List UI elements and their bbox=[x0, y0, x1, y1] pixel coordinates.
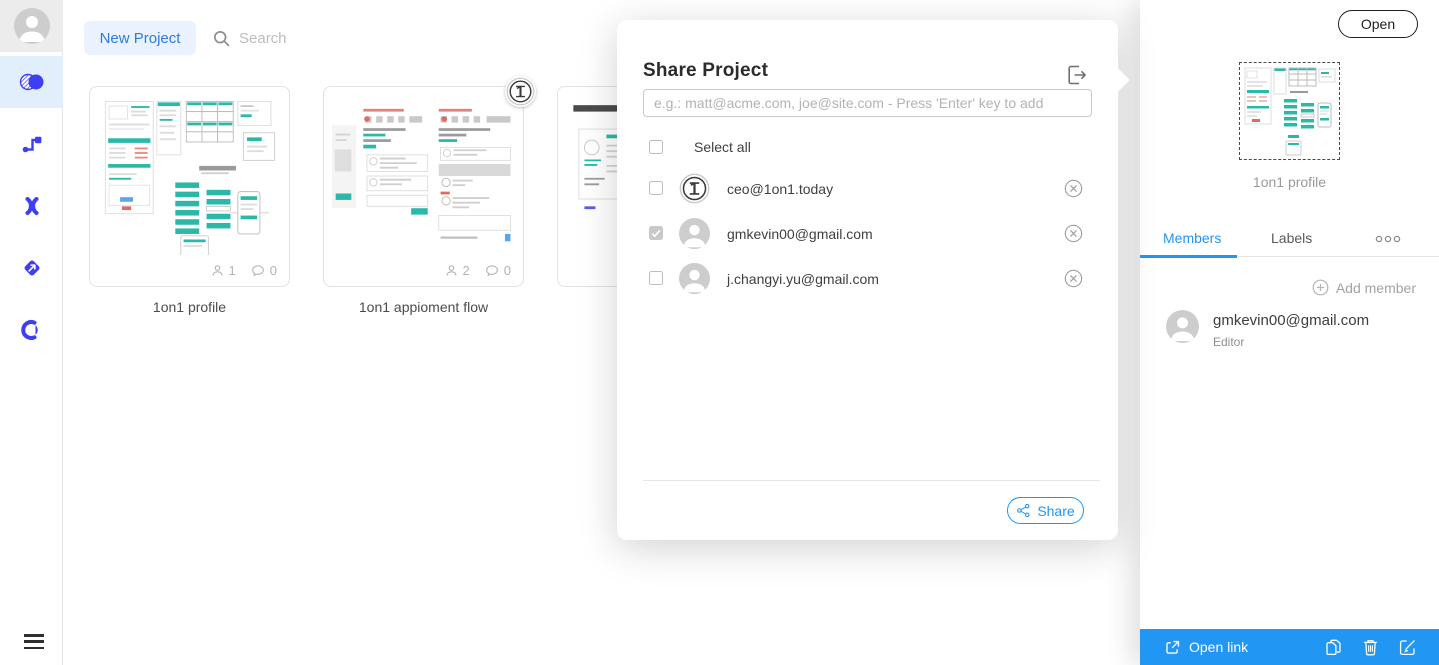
user-checkbox[interactable] bbox=[649, 271, 663, 285]
members-count: 1 bbox=[210, 263, 236, 278]
select-all-label: Select all bbox=[694, 139, 751, 155]
project-thumbnail bbox=[332, 108, 511, 242]
active-tab-indicator bbox=[1140, 255, 1237, 258]
panel-footer: Open link bbox=[1140, 629, 1439, 665]
share-button[interactable]: Share bbox=[1007, 497, 1084, 524]
sidebar-item-charts[interactable] bbox=[0, 304, 63, 356]
avatar-icon bbox=[1166, 310, 1199, 343]
1on1-logo-icon bbox=[679, 173, 710, 204]
user-email: gmkevin00@gmail.com bbox=[727, 226, 873, 242]
flow-nodes-icon bbox=[22, 136, 41, 153]
user-checkbox[interactable] bbox=[649, 181, 663, 195]
avatar-icon bbox=[679, 263, 710, 294]
members-count: 2 bbox=[444, 263, 470, 278]
project-name: 1on1 appioment flow bbox=[358, 299, 489, 315]
new-project-button[interactable]: New Project bbox=[84, 21, 196, 55]
hamburger-menu-icon[interactable] bbox=[24, 634, 44, 649]
add-member-button[interactable]: Add member bbox=[1312, 279, 1416, 296]
share-user-row: j.changyi.yu@gmail.com bbox=[617, 256, 1118, 301]
project-card[interactable]: 1 0 bbox=[89, 86, 290, 287]
person-icon bbox=[212, 265, 222, 276]
open-link-button[interactable]: Open link bbox=[1164, 639, 1248, 656]
1on1-logo-icon bbox=[506, 77, 535, 106]
tabs-overflow-icon[interactable] bbox=[1375, 235, 1401, 243]
comments-count: 0 bbox=[484, 263, 511, 278]
sidebar-item-projects[interactable] bbox=[0, 56, 63, 108]
plus-circle-icon bbox=[1312, 279, 1329, 296]
comment-icon bbox=[251, 265, 264, 277]
mini-thumbnail-icon bbox=[1244, 67, 1336, 156]
divider bbox=[643, 480, 1100, 481]
project-thumbnail bbox=[104, 101, 276, 255]
user-avatar[interactable] bbox=[0, 0, 63, 52]
sidebar-item-share[interactable] bbox=[0, 242, 63, 294]
open-button[interactable]: Open bbox=[1338, 10, 1418, 38]
sidebar-item-flows[interactable] bbox=[0, 118, 63, 170]
remove-user-icon[interactable] bbox=[1064, 224, 1083, 243]
project-name: 1on1 profile bbox=[152, 299, 227, 315]
overlapping-circles-icon bbox=[19, 73, 43, 91]
sidebar-item-transitions[interactable] bbox=[0, 180, 63, 232]
select-all-row[interactable]: Select all bbox=[649, 139, 751, 155]
edit-icon[interactable] bbox=[1398, 638, 1417, 657]
user-email: ceo@1on1.today bbox=[727, 181, 834, 197]
avatar-icon bbox=[14, 8, 50, 44]
owner-badge bbox=[505, 76, 536, 107]
external-link-icon bbox=[1166, 640, 1180, 654]
card-meta: 1 0 bbox=[210, 263, 277, 278]
email-input[interactable] bbox=[643, 89, 1092, 117]
duplicate-icon[interactable] bbox=[1324, 638, 1343, 657]
details-panel: Open 1on1 profile Members Labels Add mem… bbox=[1140, 0, 1439, 665]
remove-user-icon[interactable] bbox=[1064, 269, 1083, 288]
comments-count: 0 bbox=[250, 263, 277, 278]
member-role: Editor bbox=[1213, 335, 1245, 349]
curly-transitions-icon bbox=[25, 197, 38, 215]
project-card[interactable]: 2 0 bbox=[323, 86, 524, 287]
share-nodes-icon bbox=[1017, 503, 1030, 518]
send-diamond-icon bbox=[24, 260, 39, 276]
delete-icon[interactable] bbox=[1362, 638, 1379, 657]
selected-project-name: 1on1 profile bbox=[1252, 174, 1327, 190]
avatar-icon bbox=[679, 218, 710, 249]
share-modal: Share Project Select all ceo@1on1.today bbox=[617, 20, 1130, 540]
app-root: New Project Search 1 0 1on1 profile 2 0 … bbox=[0, 0, 1439, 665]
select-all-checkbox[interactable] bbox=[649, 140, 663, 154]
user-email: j.changyi.yu@gmail.com bbox=[727, 271, 879, 287]
member-row: gmkevin00@gmail.com Editor bbox=[1166, 310, 1369, 349]
search-placeholder: Search bbox=[239, 29, 287, 47]
selected-project-thumbnail[interactable] bbox=[1239, 62, 1340, 160]
tab-labels[interactable]: Labels bbox=[1271, 230, 1312, 246]
share-user-list: ceo@1on1.today gmkevin00@gmail.com j.cha… bbox=[617, 166, 1118, 301]
search-icon bbox=[213, 30, 230, 46]
pie-chart-icon bbox=[20, 320, 38, 340]
person-icon bbox=[446, 265, 456, 276]
remove-user-icon[interactable] bbox=[1064, 179, 1083, 198]
modal-title: Share Project bbox=[643, 60, 769, 81]
card-meta: 2 0 bbox=[444, 263, 511, 278]
share-user-row: ceo@1on1.today bbox=[617, 166, 1118, 211]
sidebar bbox=[0, 0, 63, 665]
member-email: gmkevin00@gmail.com bbox=[1213, 312, 1370, 329]
user-checkbox[interactable] bbox=[649, 226, 663, 240]
search-box[interactable]: Search bbox=[212, 24, 287, 52]
tab-members[interactable]: Members bbox=[1163, 230, 1221, 246]
panel-tabs: Members Labels bbox=[1140, 224, 1439, 258]
export-share-icon[interactable] bbox=[1064, 62, 1090, 88]
comment-icon bbox=[485, 265, 498, 277]
share-user-row: gmkevin00@gmail.com bbox=[617, 211, 1118, 256]
footer-actions bbox=[1324, 638, 1417, 657]
